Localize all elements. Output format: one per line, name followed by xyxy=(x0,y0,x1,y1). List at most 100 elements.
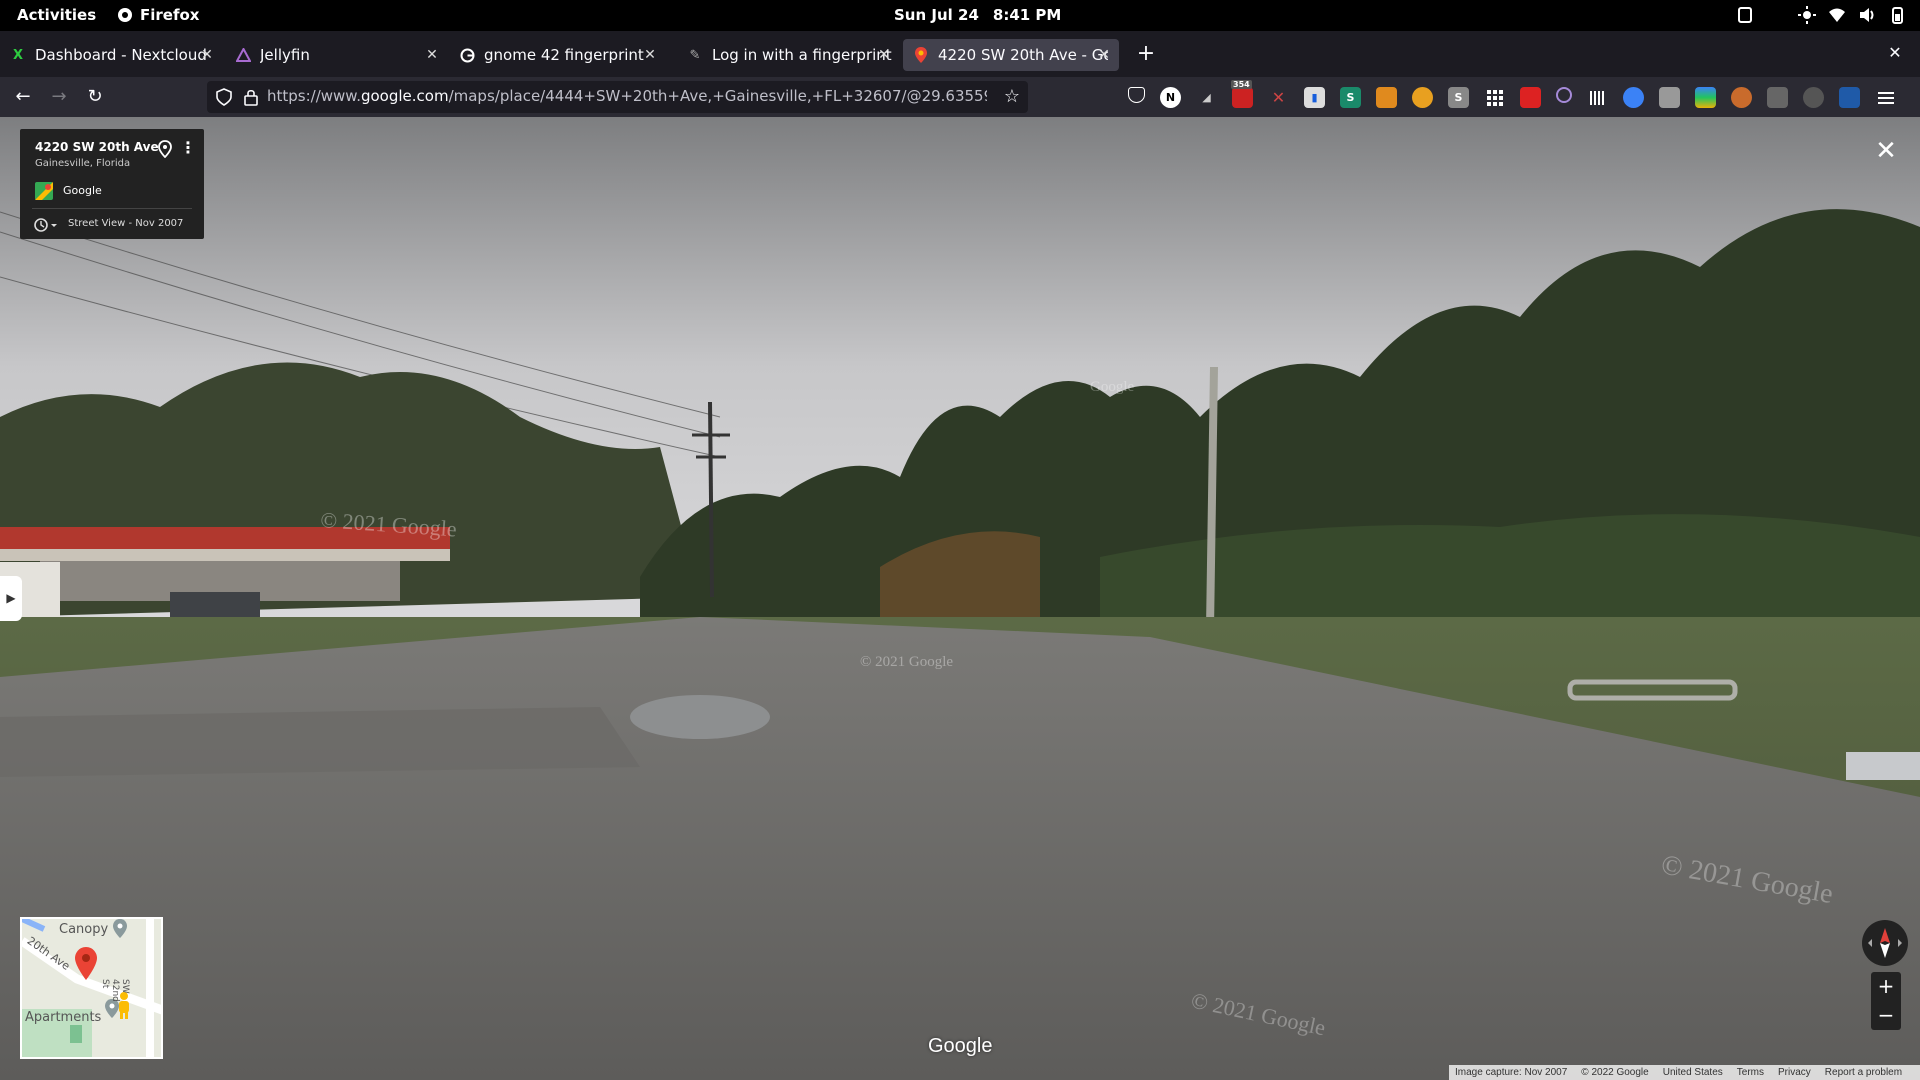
url-prefix: https://www. xyxy=(267,87,361,105)
clock[interactable]: Sun Jul 24 8:41 PM xyxy=(894,6,1061,24)
reload-button[interactable]: ↻ xyxy=(81,83,109,111)
firefox-icon xyxy=(118,8,132,22)
back-button[interactable]: ← xyxy=(9,83,37,111)
fingerprint-icon: ✎ xyxy=(689,47,701,63)
ext-icon[interactable] xyxy=(1520,87,1541,108)
volume-icon xyxy=(1860,8,1874,22)
library-icon[interactable] xyxy=(1587,87,1608,108)
minimap-label-apartments: Apartments xyxy=(25,1010,102,1025)
image-capture-date: Image capture: Nov 2007 xyxy=(1455,1067,1568,1078)
ext-icon[interactable] xyxy=(1376,87,1397,108)
system-tray[interactable] xyxy=(1736,6,1906,24)
lock-icon[interactable] xyxy=(243,88,259,106)
ext-icon[interactable] xyxy=(1731,87,1752,108)
more-options-icon[interactable]: ⋮ xyxy=(180,140,196,158)
ext-s-icon[interactable]: S xyxy=(1340,87,1361,108)
google-maps-icon xyxy=(35,182,53,200)
map-marker-icon xyxy=(75,947,97,980)
tab-nextcloud[interactable]: X Dashboard - Nextcloud ✕ xyxy=(0,39,222,71)
tab-fingerprint-login[interactable]: ✎ Log in with a fingerprint ✕ xyxy=(677,39,899,71)
bitwarden-icon[interactable]: ▮ xyxy=(1304,87,1325,108)
minimap-roads xyxy=(22,919,161,1057)
extension-badge: 354 xyxy=(1231,80,1252,89)
ext-icon[interactable]: S xyxy=(1448,87,1469,108)
nextcloud-icon: X xyxy=(12,47,24,63)
ext-icon[interactable] xyxy=(1695,87,1716,108)
app-name: Firefox xyxy=(140,6,200,24)
system-top-bar: Activities Firefox Sun Jul 24 8:41 PM xyxy=(0,0,1920,31)
tab-title: 4220 SW 20th Ave - Goog xyxy=(938,46,1108,64)
copyright: © 2022 Google xyxy=(1581,1067,1649,1078)
ext-icon[interactable] xyxy=(1803,87,1824,108)
pocket-icon[interactable] xyxy=(1128,87,1145,103)
url-host: google.com xyxy=(360,87,449,105)
provider-name: Google xyxy=(63,184,102,197)
tab-close-button[interactable]: ✕ xyxy=(641,46,659,64)
activities-button[interactable]: Activities xyxy=(17,6,96,24)
tab-gnome-fingerprint-search[interactable]: gnome 42 fingerprint - Go ✕ xyxy=(449,39,665,71)
google-logo: Google xyxy=(928,1035,993,1057)
ext-icon[interactable]: ◢ xyxy=(1196,87,1217,108)
map-footer: Image capture: Nov 2007 © 2022 Google Un… xyxy=(1449,1065,1920,1080)
report-problem-link[interactable]: Report a problem xyxy=(1825,1067,1902,1078)
tab-close-button[interactable]: ✕ xyxy=(875,46,893,64)
divider xyxy=(32,208,192,209)
menu-icon[interactable] xyxy=(1875,87,1896,108)
country-link[interactable]: United States xyxy=(1663,1067,1723,1078)
watermark: © 2021 Google xyxy=(860,654,953,670)
app-menu[interactable]: Firefox xyxy=(116,6,199,24)
zoom-out-button[interactable]: − xyxy=(1871,1001,1901,1030)
google-icon xyxy=(459,47,475,63)
bookmark-star-icon[interactable]: ☆ xyxy=(1004,86,1020,107)
minimap-label-42nd-st: SW 42nd St xyxy=(100,979,130,1002)
compass-icon xyxy=(1868,928,1902,958)
close-street-view-button[interactable]: ✕ xyxy=(1874,138,1898,164)
forward-button[interactable]: → xyxy=(45,83,73,111)
notion-icon[interactable]: N xyxy=(1160,87,1181,108)
watermark: Google xyxy=(1090,379,1135,395)
tab-google-maps[interactable]: 4220 SW 20th Ave - Goog ✕ xyxy=(903,39,1119,71)
privacy-link[interactable]: Privacy xyxy=(1778,1067,1811,1078)
zoom-in-button[interactable]: + xyxy=(1871,972,1901,1001)
ext-icon[interactable] xyxy=(1839,87,1860,108)
street-view-image[interactable]: © 2021 Google © 2021 Google © 2021 Googl… xyxy=(0,117,1920,1080)
url-text: https://www.google.com/maps/place/4444+S… xyxy=(267,87,987,105)
ext-badge-icon[interactable]: 354 xyxy=(1231,80,1253,108)
compass-control[interactable] xyxy=(1862,920,1908,966)
navigation-toolbar: ← → ↻ https://www.google.com/maps/place/… xyxy=(0,77,1920,117)
google-maps-icon xyxy=(913,47,929,63)
minimap[interactable]: Canopy 20th Ave Apartments SW 42nd St xyxy=(20,917,163,1059)
tab-title: Dashboard - Nextcloud xyxy=(35,46,207,64)
address-title[interactable]: 4220 SW 20th Ave xyxy=(35,140,159,154)
tracking-protection-shield-icon[interactable] xyxy=(215,88,233,106)
brightness-icon xyxy=(1798,6,1816,24)
tab-strip: X Dashboard - Nextcloud ✕ Jellyfin ✕ gno… xyxy=(0,31,1920,77)
tab-close-button[interactable]: ✕ xyxy=(1095,46,1113,64)
tab-jellyfin[interactable]: Jellyfin ✕ xyxy=(225,39,447,71)
tab-close-button[interactable]: ✕ xyxy=(198,46,216,64)
url-bar[interactable]: https://www.google.com/maps/place/4444+S… xyxy=(207,81,1028,113)
new-tab-button[interactable]: + xyxy=(1135,39,1157,69)
clipboard-icon xyxy=(1738,7,1752,23)
clock-time: 8:41 PM xyxy=(992,6,1062,24)
window-close-button[interactable]: ✕ xyxy=(1884,42,1906,64)
battery-icon xyxy=(1892,7,1903,24)
ext-icon[interactable] xyxy=(1623,87,1644,108)
street-view-panorama[interactable]: © 2021 Google © 2021 Google © 2021 Googl… xyxy=(0,117,1920,1080)
extensions-bar: N ◢ 354 ✕ ▮ S S xyxy=(1128,80,1896,108)
ext-icon[interactable] xyxy=(1659,87,1680,108)
history-clock-icon[interactable] xyxy=(33,217,59,233)
ext-icon[interactable] xyxy=(1412,87,1433,108)
location-pin-icon[interactable] xyxy=(157,140,173,158)
street-view-date[interactable]: Street View - Nov 2007 xyxy=(68,218,183,229)
place-pin-icon xyxy=(113,919,127,938)
ext-icon[interactable]: ✕ xyxy=(1268,87,1289,108)
apps-grid-icon[interactable] xyxy=(1484,87,1505,108)
ext-icon[interactable] xyxy=(1556,87,1572,103)
jellyfin-icon xyxy=(235,47,251,63)
terms-link[interactable]: Terms xyxy=(1737,1067,1764,1078)
expand-sidebar-button[interactable]: ▶ xyxy=(0,576,22,621)
tab-close-button[interactable]: ✕ xyxy=(423,46,441,64)
ext-icon[interactable] xyxy=(1767,87,1788,108)
minimap-label-canopy: Canopy xyxy=(59,922,109,937)
